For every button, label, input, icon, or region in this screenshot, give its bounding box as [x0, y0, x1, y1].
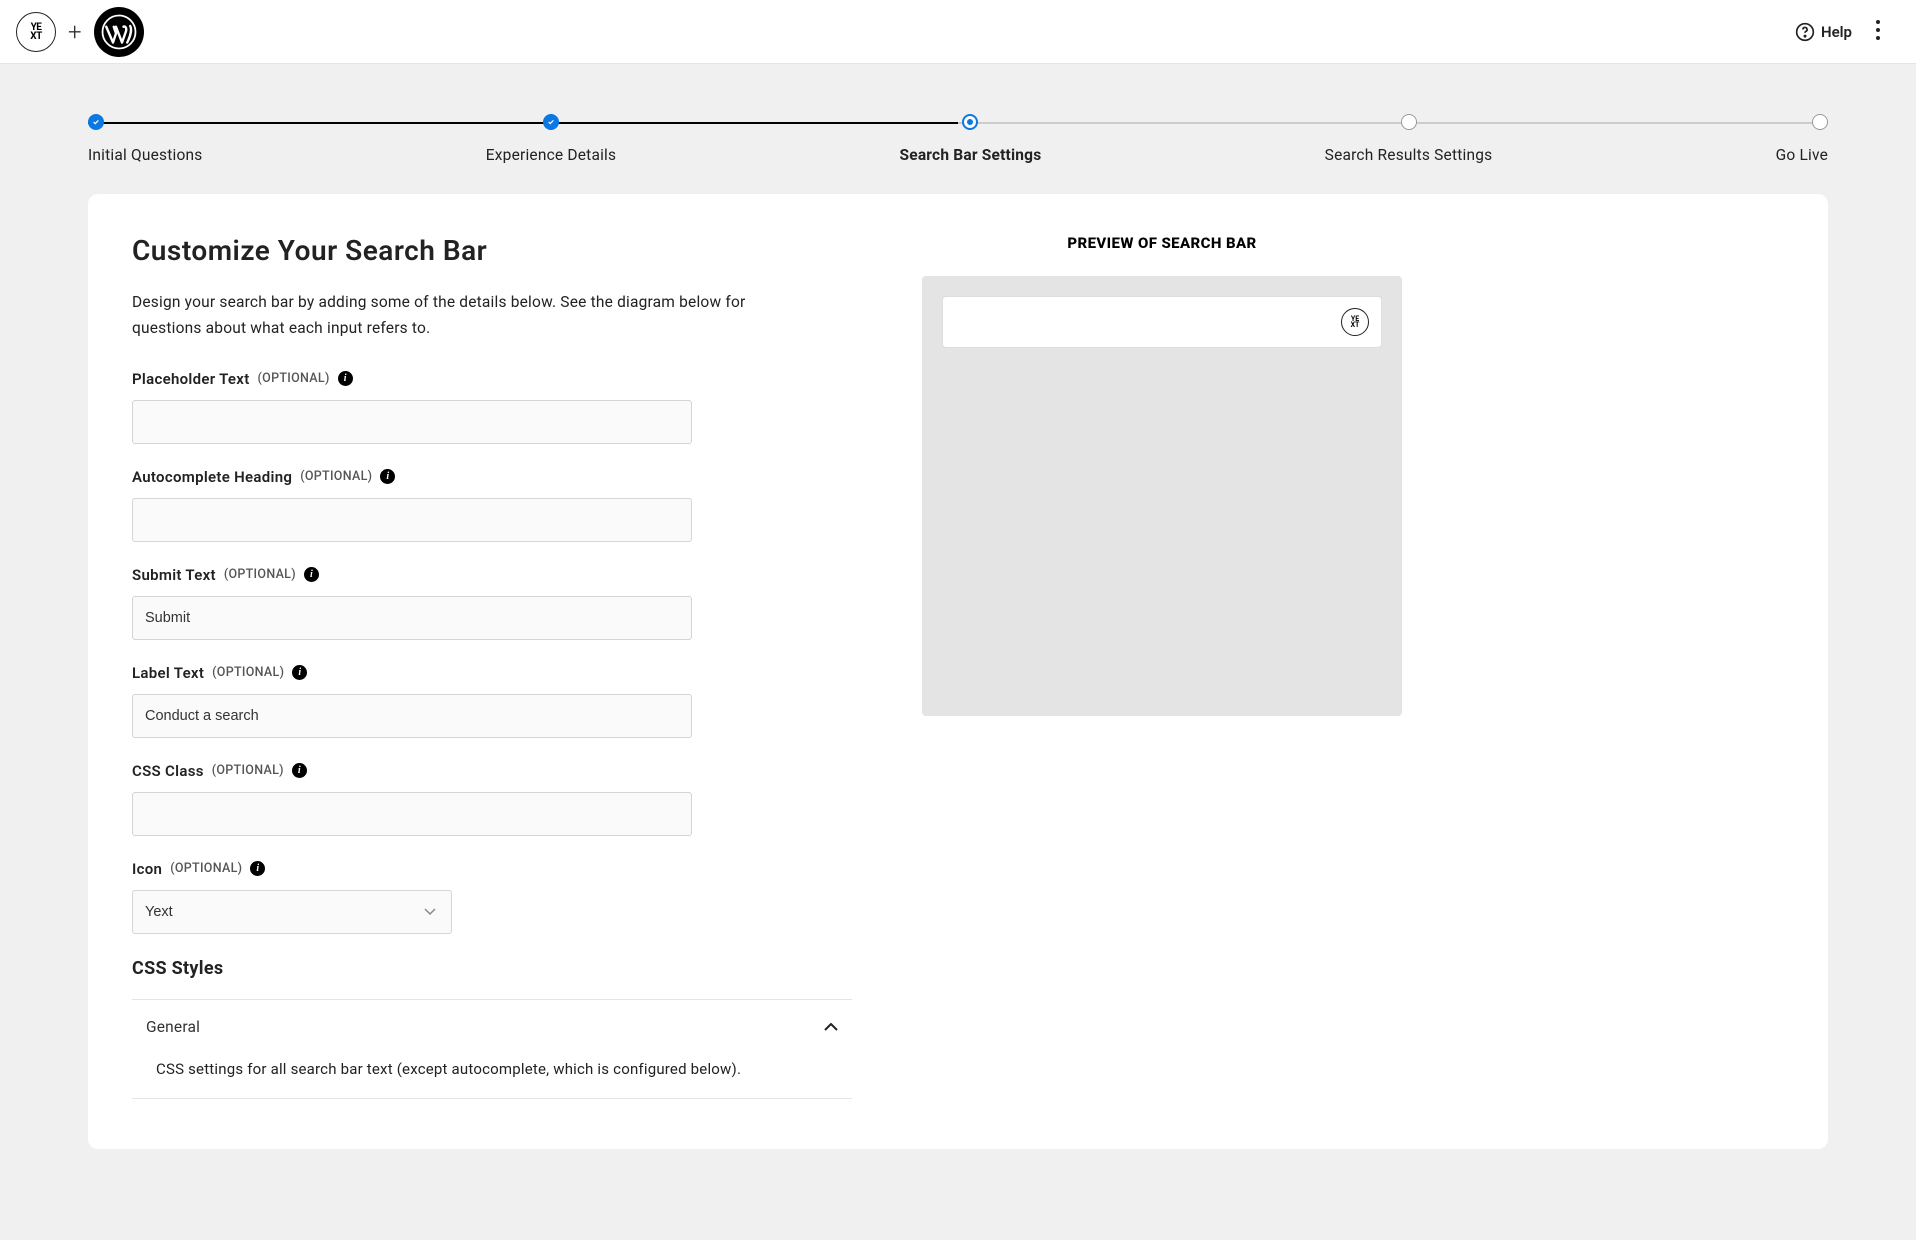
stepper-container: Initial Questions Experience Details Sea…: [0, 64, 1916, 194]
field-label-text: Label Text (Optional) i: [132, 664, 852, 738]
step-dot-completed: [543, 114, 559, 130]
yext-logo-icon: YEXT: [16, 12, 56, 52]
header-actions: Help: [1795, 16, 1884, 48]
step-label: Go Live: [1776, 146, 1828, 164]
field-label: CSS Class: [132, 762, 204, 780]
submit-text-input[interactable]: [132, 596, 692, 640]
field-label: Label Text: [132, 664, 204, 682]
step-dot-completed: [88, 114, 104, 130]
form-column: Customize Your Search Bar Design your se…: [132, 234, 852, 1099]
field-label: Placeholder Text: [132, 370, 250, 388]
page-title: Customize Your Search Bar: [132, 234, 852, 267]
label-text-input[interactable]: [132, 694, 692, 738]
field-submit-text: Submit Text (Optional) i: [132, 566, 852, 640]
plus-icon: +: [68, 18, 82, 46]
step-search-bar-settings[interactable]: Search Bar Settings: [900, 114, 1042, 164]
chevron-up-icon: [824, 1023, 838, 1031]
autocomplete-heading-input[interactable]: [132, 498, 692, 542]
step-dot-current: [962, 114, 978, 130]
info-icon[interactable]: i: [292, 665, 307, 680]
optional-badge: (Optional): [224, 567, 296, 582]
step-experience-details[interactable]: Experience Details: [486, 114, 616, 164]
css-class-input[interactable]: [132, 792, 692, 836]
info-icon[interactable]: i: [380, 469, 395, 484]
accordion-body: CSS settings for all search bar text (ex…: [132, 1054, 852, 1098]
field-placeholder-text: Placeholder Text (Optional) i: [132, 370, 852, 444]
step-label: Search Results Settings: [1325, 146, 1493, 164]
field-css-class: CSS Class (Optional) i: [132, 762, 852, 836]
info-icon[interactable]: i: [304, 567, 319, 582]
step-initial-questions[interactable]: Initial Questions: [88, 114, 203, 164]
header: YEXT + Help: [0, 0, 1916, 64]
accordion-toggle[interactable]: General: [132, 1000, 852, 1054]
help-label: Help: [1821, 23, 1852, 41]
accordion-description: CSS settings for all search bar text (ex…: [156, 1060, 828, 1078]
optional-badge: (Optional): [170, 861, 242, 876]
main-card: Customize Your Search Bar Design your se…: [88, 194, 1828, 1149]
icon-select[interactable]: Yext: [132, 890, 452, 934]
search-bar-preview: YEXT: [942, 296, 1382, 348]
field-icon: Icon (Optional) i Yext: [132, 860, 852, 934]
logo-group: YEXT +: [16, 7, 144, 57]
preview-heading: Preview of Search Bar: [922, 234, 1402, 252]
step-label: Experience Details: [486, 146, 616, 164]
page-description: Design your search bar by adding some of…: [132, 289, 812, 342]
help-icon: [1795, 22, 1815, 42]
optional-badge: (Optional): [258, 371, 330, 386]
accordion-general: General CSS settings for all search bar …: [132, 999, 852, 1099]
help-link[interactable]: Help: [1795, 22, 1852, 42]
preview-column: Preview of Search Bar YEXT: [922, 234, 1402, 1099]
placeholder-text-input[interactable]: [132, 400, 692, 444]
field-label: Icon: [132, 860, 162, 878]
step-dot-upcoming: [1401, 114, 1417, 130]
stepper: Initial Questions Experience Details Sea…: [88, 114, 1828, 164]
info-icon[interactable]: i: [338, 371, 353, 386]
field-label: Submit Text: [132, 566, 216, 584]
info-icon[interactable]: i: [292, 763, 307, 778]
field-label: Autocomplete Heading: [132, 468, 292, 486]
dots-vertical-icon: [1876, 20, 1880, 40]
step-label: Initial Questions: [88, 146, 203, 164]
optional-badge: (Optional): [300, 469, 372, 484]
wordpress-logo-icon: [94, 7, 144, 57]
field-autocomplete-heading: Autocomplete Heading (Optional) i: [132, 468, 852, 542]
step-dot-upcoming: [1812, 114, 1828, 130]
step-label: Search Bar Settings: [900, 146, 1042, 164]
css-styles-heading: CSS Styles: [132, 958, 852, 979]
step-go-live[interactable]: Go Live: [1776, 114, 1828, 164]
step-search-results-settings[interactable]: Search Results Settings: [1325, 114, 1493, 164]
accordion-title: General: [146, 1018, 200, 1036]
yext-icon: YEXT: [1341, 308, 1369, 336]
preview-box: YEXT: [922, 276, 1402, 716]
optional-badge: (Optional): [212, 763, 284, 778]
optional-badge: (Optional): [212, 665, 284, 680]
more-menu-button[interactable]: [1872, 16, 1884, 48]
info-icon[interactable]: i: [250, 861, 265, 876]
